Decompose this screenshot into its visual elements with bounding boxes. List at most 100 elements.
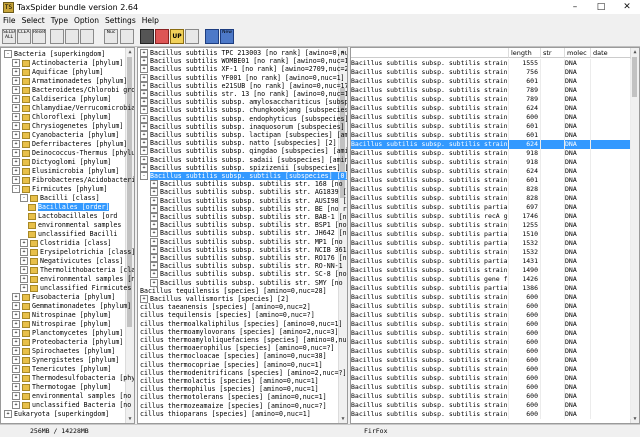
table-cell[interactable] bbox=[591, 167, 631, 176]
table-cell[interactable] bbox=[591, 176, 631, 185]
expand-icon[interactable]: + bbox=[140, 163, 148, 172]
table-cell[interactable] bbox=[541, 284, 565, 293]
table-cell[interactable] bbox=[591, 320, 631, 329]
row-description[interactable]: Bacillus subtilis subsp. subtilis strain… bbox=[351, 365, 509, 374]
tool-7-button[interactable] bbox=[185, 29, 199, 44]
expand-icon[interactable]: + bbox=[20, 248, 28, 256]
table-cell[interactable] bbox=[591, 104, 631, 113]
expand-icon[interactable]: + bbox=[150, 213, 158, 221]
expand-icon[interactable]: + bbox=[12, 140, 20, 148]
table-cell[interactable] bbox=[591, 338, 631, 347]
tree-node[interactable]: + Actinobacteria [phylum] bbox=[12, 59, 123, 68]
tool-1-button[interactable] bbox=[50, 29, 64, 44]
row-description[interactable]: Bacillus subtilis subsp. subtilis strain… bbox=[351, 401, 509, 410]
table-cell[interactable] bbox=[541, 401, 565, 410]
row-description[interactable]: Bacillus subtilis subsp. subtilis strain… bbox=[351, 311, 509, 320]
column-header[interactable]: length bbox=[509, 48, 541, 58]
tree-node[interactable]: + Aquificae [phylum] bbox=[12, 68, 103, 77]
table-cell[interactable]: DNA bbox=[565, 176, 591, 185]
tree-node[interactable]: + Gemmatimonadetes [phylum] bbox=[12, 302, 131, 311]
expand-icon[interactable]: + bbox=[12, 356, 20, 364]
table-cell[interactable] bbox=[541, 122, 565, 131]
row-description[interactable]: Bacillus subtilis subsp. subtilis strain… bbox=[351, 68, 509, 77]
table-scrollbar[interactable]: ▲ ▼ bbox=[630, 48, 639, 423]
tree-node[interactable]: + Chrysiogenetes [phylum] bbox=[12, 122, 123, 131]
table-cell[interactable] bbox=[541, 158, 565, 167]
expand-icon[interactable]: + bbox=[4, 410, 12, 418]
expand-icon[interactable]: + bbox=[12, 302, 20, 310]
table-cell[interactable]: DNA bbox=[565, 257, 591, 266]
tree-node[interactable]: + environmental samples [no bbox=[20, 275, 134, 284]
table-cell[interactable]: DNA bbox=[565, 392, 591, 401]
tree-node[interactable]: + unclassified Firmicutes bbox=[20, 284, 131, 293]
column-header[interactable]: molec bbox=[565, 48, 591, 58]
table-cell[interactable] bbox=[541, 410, 565, 419]
table-cell[interactable] bbox=[591, 374, 631, 383]
row-description[interactable]: Bacillus subtilis subsp. subtilis strain… bbox=[351, 329, 509, 338]
expand-icon[interactable]: + bbox=[12, 158, 20, 166]
table-cell[interactable] bbox=[541, 167, 565, 176]
tree-node[interactable]: + Thermolithobacteria [cla bbox=[20, 266, 134, 275]
table-cell[interactable] bbox=[541, 149, 565, 158]
table-cell[interactable] bbox=[541, 392, 565, 401]
table-cell[interactable] bbox=[591, 221, 631, 230]
expand-icon[interactable]: + bbox=[12, 374, 20, 382]
table-cell[interactable]: DNA bbox=[565, 104, 591, 113]
table-cell[interactable]: DNA bbox=[565, 329, 591, 338]
table-cell[interactable] bbox=[591, 365, 631, 374]
row-description[interactable]: Bacillus subtilis subsp. subtilis strain… bbox=[351, 194, 509, 203]
menu-item-file[interactable]: File bbox=[0, 16, 19, 25]
table-cell[interactable] bbox=[591, 122, 631, 131]
table-cell[interactable]: 600 bbox=[509, 392, 541, 401]
maximize-button[interactable]: □ bbox=[588, 0, 614, 14]
row-description[interactable]: Bacillus subtilis subsp. subtilis strain… bbox=[351, 104, 509, 113]
table-cell[interactable]: 600 bbox=[509, 410, 541, 419]
table-cell[interactable] bbox=[541, 203, 565, 212]
expand-icon[interactable]: + bbox=[12, 329, 20, 337]
table-cell[interactable] bbox=[591, 95, 631, 104]
expand-icon[interactable]: + bbox=[12, 131, 20, 139]
table-cell[interactable]: 600 bbox=[509, 293, 541, 302]
row-description[interactable]: Bacillus subtilis subsp. subtilis strain… bbox=[351, 320, 509, 329]
tree-node[interactable]: + Cyanobacteria [phylum] bbox=[12, 131, 119, 140]
table-cell[interactable]: 601 bbox=[509, 77, 541, 86]
row-description[interactable]: Bacillus subtilis subsp. subtilis partia… bbox=[351, 284, 509, 293]
table-cell[interactable] bbox=[591, 185, 631, 194]
table-cell[interactable]: 600 bbox=[509, 311, 541, 320]
expand-icon[interactable]: + bbox=[12, 401, 20, 409]
expand-icon[interactable]: + bbox=[140, 49, 148, 57]
expand-icon[interactable]: + bbox=[140, 155, 148, 164]
expand-icon[interactable]: + bbox=[150, 270, 158, 279]
row-description[interactable]: Bacillus subtilis subsp. subtilis gene f… bbox=[351, 275, 509, 284]
row-description[interactable]: Bacillus subtilis subsp. subtilis strain… bbox=[351, 176, 509, 185]
table-cell[interactable] bbox=[541, 230, 565, 239]
table-cell[interactable]: 624 bbox=[509, 104, 541, 113]
collapse-icon[interactable]: - bbox=[12, 185, 20, 193]
row-description[interactable]: Bacillus subtilis subsp. subtilis strain… bbox=[351, 338, 509, 347]
expand-icon[interactable]: + bbox=[12, 113, 20, 121]
tree-node[interactable]: environmental samples bbox=[28, 221, 121, 230]
table-cell[interactable]: DNA bbox=[565, 131, 591, 140]
table-cell[interactable]: DNA bbox=[565, 239, 591, 248]
table-cell[interactable] bbox=[591, 158, 631, 167]
tool-2-button[interactable] bbox=[65, 29, 79, 44]
tree-node[interactable]: + Proteobacteria [phylum] bbox=[12, 338, 123, 347]
table-cell[interactable]: DNA bbox=[565, 347, 591, 356]
row-description[interactable]: Bacillus subtilis subsp. subtilis strain… bbox=[351, 167, 509, 176]
table-cell[interactable] bbox=[591, 347, 631, 356]
row-description[interactable]: Bacillus subtilis subsp. subtilis strain… bbox=[351, 374, 509, 383]
row-description[interactable]: Bacillus subtilis subsp. subtilis strain… bbox=[351, 185, 509, 194]
table-cell[interactable] bbox=[541, 302, 565, 311]
table-cell[interactable] bbox=[541, 104, 565, 113]
expand-icon[interactable]: + bbox=[20, 266, 28, 274]
expand-icon[interactable]: + bbox=[150, 188, 158, 197]
column-header[interactable] bbox=[351, 48, 509, 58]
table-cell[interactable]: DNA bbox=[565, 401, 591, 410]
expand-icon[interactable]: + bbox=[12, 68, 20, 76]
expand-icon[interactable]: + bbox=[12, 176, 20, 184]
table-cell[interactable] bbox=[541, 365, 565, 374]
table-cell[interactable] bbox=[541, 77, 565, 86]
table-cell[interactable] bbox=[591, 401, 631, 410]
row-description[interactable]: Bacillus subtilis subsp. subtilis strain… bbox=[351, 383, 509, 392]
tree-node[interactable]: + Tenericutes [phylum] bbox=[12, 365, 111, 374]
